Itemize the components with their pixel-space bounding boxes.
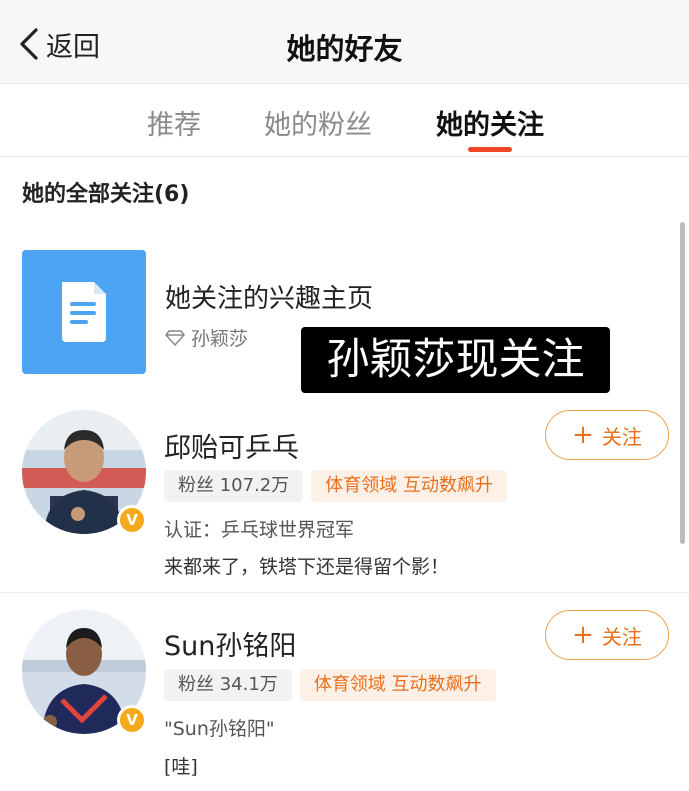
tag-row: 粉丝 107.2万 体育领域 互动数飙升 (164, 470, 507, 502)
row-divider (0, 592, 689, 593)
latest-post: [哇] (164, 756, 198, 778)
follow-label: 关注 (601, 424, 642, 449)
section-title: 她的全部关注(6) (22, 182, 190, 207)
interest-owner: 孙颖莎 (165, 324, 248, 351)
verified-badge-icon: V (117, 505, 147, 535)
user-name[interactable]: 邱贻可乒乓 (164, 426, 299, 465)
verification-info: 认证：乒乓球世界冠军 (164, 519, 355, 541)
latest-post: 来都来了，铁塔下还是得留个影！ (164, 556, 450, 578)
user-name[interactable]: Sun孙铭阳 (164, 624, 296, 663)
trending-tag: 体育领域 互动数飙升 (311, 470, 507, 502)
follow-button[interactable]: + 关注 (545, 410, 669, 460)
navigation-bar: 返回 她的好友 (0, 0, 689, 84)
fans-count: 粉丝 34.1万 (164, 669, 292, 701)
follow-label: 关注 (601, 624, 642, 649)
tag-row: 粉丝 34.1万 体育领域 互动数飙升 (164, 669, 496, 701)
tab-bar: 推荐 她的粉丝 她的关注 (0, 85, 689, 157)
tab-recommended[interactable]: 推荐 (147, 103, 201, 142)
plus-icon: + (572, 620, 594, 650)
interest-owner-name: 孙颖莎 (191, 328, 249, 350)
document-icon (22, 250, 146, 374)
follow-button[interactable]: + 关注 (545, 610, 669, 660)
diamond-icon (165, 329, 185, 346)
fans-count: 粉丝 107.2万 (164, 470, 304, 502)
user-row[interactable]: V 邱贻可乒乓 粉丝 107.2万 体育领域 互动数飙升 认证：乒乓球世界冠军 … (0, 400, 689, 590)
active-tab-indicator (468, 147, 512, 152)
plus-icon: + (572, 420, 594, 450)
verification-info: "Sun孙铭阳" (164, 718, 275, 740)
user-row[interactable]: V Sun孙铭阳 粉丝 34.1万 体育领域 互动数飙升 "Sun孙铭阳" [哇… (0, 600, 689, 791)
verified-badge-icon: V (117, 705, 147, 735)
overlay-caption: 孙颖莎现关注 (301, 327, 610, 393)
tab-her-fans[interactable]: 她的粉丝 (264, 103, 372, 142)
trending-tag: 体育领域 互动数飙升 (299, 669, 496, 701)
interest-title: 她关注的兴趣主页 (165, 284, 374, 314)
page-title: 她的好友 (286, 32, 403, 66)
tab-her-following[interactable]: 她的关注 (436, 103, 544, 142)
